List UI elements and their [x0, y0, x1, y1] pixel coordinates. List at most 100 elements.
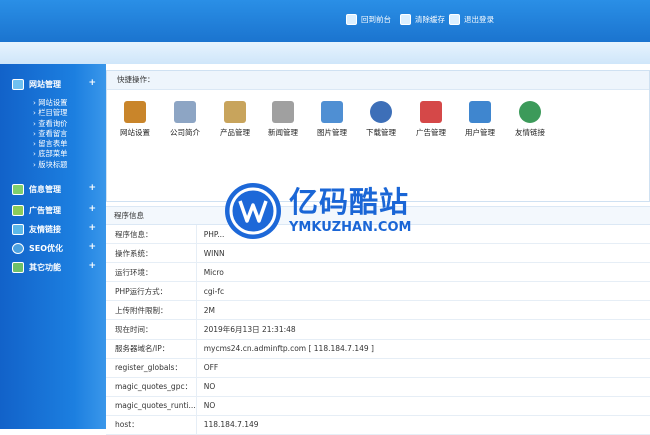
- sidebar-section-links[interactable]: 友情链接 +: [12, 221, 96, 237]
- table-row: 运行环境： Micro: [106, 262, 650, 283]
- sidebar-section-label: SEO优化: [29, 243, 64, 253]
- ad-icon: [12, 204, 24, 216]
- info-key: 上传附件限制：: [106, 300, 197, 321]
- sidebar-section-info[interactable]: 信息管理 +: [12, 181, 96, 197]
- quick-news[interactable]: 新闻管理: [255, 97, 311, 138]
- info-key: host：: [106, 415, 197, 435]
- watermark-logo-icon: [225, 183, 281, 239]
- quick-site-settings[interactable]: 网站设置: [107, 97, 163, 138]
- site-icon: [12, 78, 24, 90]
- quick-users[interactable]: 用户管理: [452, 97, 508, 138]
- logout-icon: [449, 13, 460, 25]
- table-row: 上传附件限制： 2M: [106, 300, 650, 321]
- house-icon: [124, 101, 146, 123]
- sidebar-item-messages[interactable]: 查看留言: [33, 129, 67, 139]
- sidebar-toggle[interactable]: +: [88, 183, 96, 193]
- sidebar-section-label: 其它功能: [29, 262, 61, 272]
- image-icon: [321, 101, 343, 123]
- sidebar-section-label: 广告管理: [29, 205, 61, 215]
- info-key: 程序信息：: [106, 225, 197, 245]
- building-icon: [174, 101, 196, 123]
- home-icon: [346, 13, 357, 25]
- info-key: 操作系统：: [106, 243, 197, 264]
- table-row: 操作系统： WINN: [106, 243, 650, 264]
- program-info-panel: 程序信息 程序信息： PHP... 操作系统： WINN 运行环境： Micro PH…: [106, 206, 650, 435]
- link-icon: [12, 223, 24, 235]
- table-row: register_globals： OFF: [106, 358, 650, 378]
- table-row: magic_quotes_gpc： NO: [106, 377, 650, 397]
- sidebar-section-site[interactable]: 网站管理 +: [12, 76, 96, 92]
- box-icon: [224, 101, 246, 123]
- watermark-cn: 亿码酷站: [289, 185, 410, 219]
- sidebar-section-label: 友情链接: [29, 224, 61, 234]
- info-value: 2M: [196, 300, 650, 321]
- table-row: 现在时间： 2019年6月13日 21:31:48: [106, 319, 650, 340]
- sidebar-section-label: 信息管理: [29, 184, 61, 194]
- seo-icon: [12, 242, 24, 254]
- quick-label: 广告管理: [416, 128, 446, 137]
- quick-images[interactable]: 图片管理: [304, 97, 360, 138]
- newspaper-icon: [272, 101, 294, 123]
- sidebar-section-seo[interactable]: SEO优化 +: [12, 240, 96, 256]
- program-info-table: 程序信息： PHP... 操作系统： WINN 运行环境： Micro PHP运行方式…: [106, 225, 650, 435]
- sidebar-section-ads[interactable]: 广告管理 +: [12, 202, 96, 218]
- top-header: 回到前台 清除缓存 退出登录: [0, 0, 650, 42]
- watermark-text: 亿码酷站 YMKUZHAN.COM: [289, 186, 411, 236]
- info-value: OFF: [196, 358, 650, 378]
- billboard-icon: [420, 101, 442, 123]
- sidebar-section-label: 网站管理: [29, 79, 61, 89]
- quick-label: 图片管理: [317, 128, 347, 137]
- sidebar-item-inquiries[interactable]: 查看询价: [33, 119, 67, 129]
- quick-friend-links[interactable]: 友情链接: [502, 97, 558, 138]
- sidebar-toggle[interactable]: +: [88, 204, 96, 214]
- sidebar: 网站管理 + 网站设置 栏目管理 查看询价 查看留言 留言表单 底部菜单 版块标…: [0, 64, 106, 429]
- info-key: magic_quotes_gpc：: [106, 377, 197, 397]
- info-value: 2019年6月13日 21:31:48: [196, 319, 650, 340]
- other-icon: [12, 261, 24, 273]
- info-key: magic_quotes_runti...: [106, 396, 197, 416]
- back-to-frontend-link[interactable]: 回到前台: [346, 11, 391, 27]
- sidebar-item-message-form[interactable]: 留言表单: [33, 139, 67, 149]
- sidebar-toggle[interactable]: +: [88, 261, 96, 271]
- sidebar-toggle[interactable]: +: [88, 242, 96, 252]
- table-row: 服务器域名/IP： mycms24.cn.adminftp.com [ 118.1…: [106, 339, 650, 359]
- globe-icon: [519, 101, 541, 123]
- sidebar-section-other[interactable]: 其它功能 +: [12, 259, 96, 275]
- clear-cache-link[interactable]: 清除缓存: [400, 11, 445, 27]
- sidebar-item-columns[interactable]: 栏目管理: [33, 108, 67, 118]
- quick-company-profile[interactable]: 公司简介: [157, 97, 213, 138]
- watermark: 亿码酷站 YMKUZHAN.COM: [225, 183, 411, 239]
- info-value: 118.184.7.149: [196, 415, 650, 435]
- info-key: 运行环境：: [106, 262, 197, 283]
- quick-actions-title: 快捷操作：: [107, 71, 649, 90]
- quick-label: 下载管理: [366, 128, 396, 137]
- info-value: WINN: [196, 243, 650, 264]
- info-value: NO: [196, 396, 650, 416]
- info-key: register_globals：: [106, 358, 197, 378]
- sidebar-toggle[interactable]: +: [88, 78, 96, 88]
- user-icon: [469, 101, 491, 123]
- sidebar-toggle[interactable]: +: [88, 223, 96, 233]
- back-to-frontend-label: 回到前台: [361, 14, 391, 24]
- table-row: PHP运行方式： cgi-fc: [106, 281, 650, 302]
- sidebar-item-site-settings[interactable]: 网站设置: [33, 98, 67, 108]
- quick-label: 用户管理: [465, 128, 495, 137]
- quick-downloads[interactable]: 下载管理: [353, 97, 409, 138]
- info-key: PHP运行方式：: [106, 281, 197, 302]
- trash-icon: [400, 13, 411, 25]
- quick-ads[interactable]: 广告管理: [403, 97, 459, 138]
- sidebar-item-footer-menu[interactable]: 底部菜单: [33, 149, 67, 159]
- info-value: Micro: [196, 262, 650, 283]
- info-value: cgi-fc: [196, 281, 650, 302]
- logout-link[interactable]: 退出登录: [449, 11, 494, 27]
- download-icon: [370, 101, 392, 123]
- clear-cache-label: 清除缓存: [415, 14, 445, 24]
- quick-label: 友情链接: [515, 128, 545, 137]
- quick-label: 公司简介: [170, 128, 200, 137]
- sidebar-item-block-title[interactable]: 版块标题: [33, 160, 67, 170]
- table-row: host： 118.184.7.149: [106, 415, 650, 435]
- info-key: 现在时间：: [106, 319, 197, 340]
- info-value: mycms24.cn.adminftp.com [ 118.184.7.149 …: [196, 339, 650, 359]
- watermark-en: YMKUZHAN.COM: [289, 220, 412, 235]
- sub-header-bar: [0, 42, 650, 65]
